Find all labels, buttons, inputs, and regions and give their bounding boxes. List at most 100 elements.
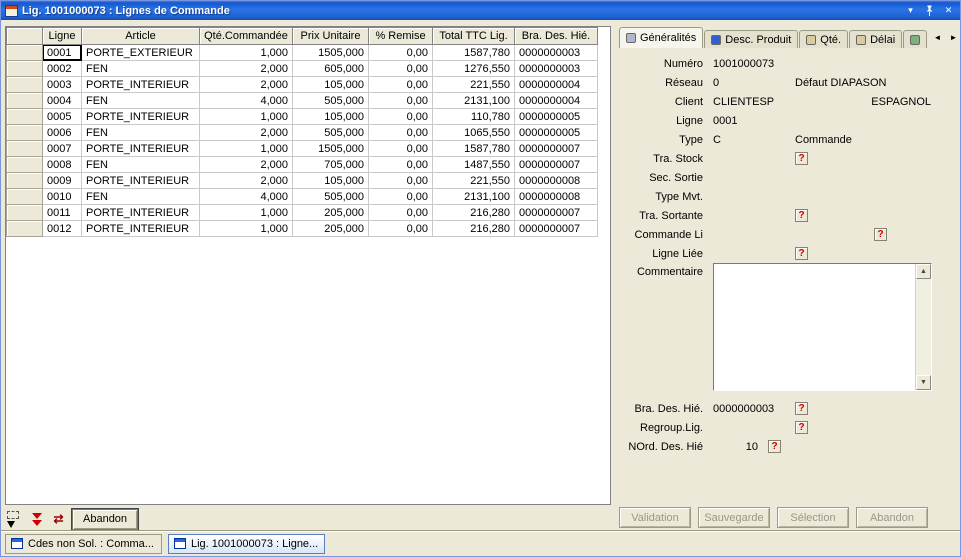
table-cell[interactable]: 205,000: [293, 205, 369, 221]
scroll-down-icon[interactable]: ▼: [916, 375, 931, 390]
column-header[interactable]: Qté.Commandée: [200, 28, 293, 45]
column-header[interactable]: % Remise: [369, 28, 433, 45]
row-selector[interactable]: [7, 61, 43, 77]
titlebar[interactable]: Lig. 1001000073 : Lignes de Commande ▾ ✕: [1, 1, 960, 20]
table-cell[interactable]: 0,00: [369, 173, 433, 189]
table-cell[interactable]: 0003: [43, 77, 82, 93]
row-selector[interactable]: [7, 221, 43, 237]
table-cell[interactable]: 4,000: [200, 93, 293, 109]
table-cell[interactable]: 0002: [43, 61, 82, 77]
table-cell[interactable]: 0,00: [369, 157, 433, 173]
row-selector[interactable]: [7, 77, 43, 93]
dropdown-icon[interactable]: ▾: [903, 4, 918, 18]
column-header[interactable]: Total TTC Lig.: [433, 28, 515, 45]
table-cell[interactable]: 0009: [43, 173, 82, 189]
table-cell[interactable]: 1505,000: [293, 45, 369, 61]
table-cell[interactable]: FEN: [82, 189, 200, 205]
row-selector[interactable]: [7, 157, 43, 173]
table-cell[interactable]: 105,000: [293, 77, 369, 93]
table-cell[interactable]: 2,000: [200, 77, 293, 93]
row-selector[interactable]: [7, 125, 43, 141]
table-cell[interactable]: 0006: [43, 125, 82, 141]
tab-generalites[interactable]: Généralités: [619, 27, 703, 48]
row-selector[interactable]: [7, 189, 43, 205]
table-cell[interactable]: FEN: [82, 61, 200, 77]
selection-button[interactable]: Sélection: [777, 507, 849, 528]
table-cell[interactable]: 505,000: [293, 189, 369, 205]
table-cell[interactable]: 1,000: [200, 109, 293, 125]
table-cell[interactable]: 2,000: [200, 157, 293, 173]
validation-button[interactable]: Validation: [619, 507, 691, 528]
abandon-button[interactable]: Abandon: [856, 507, 928, 528]
taskbar-tab-1[interactable]: Cdes non Sol. : Comma...: [5, 534, 162, 554]
sauvegarde-button[interactable]: Sauvegarde: [698, 507, 770, 528]
table-cell[interactable]: 216,280: [433, 205, 515, 221]
abandon-button-left[interactable]: Abandon: [72, 509, 138, 530]
swap-arrows-icon[interactable]: ⇄: [50, 509, 67, 529]
table-cell[interactable]: 1,000: [200, 205, 293, 221]
table-cell[interactable]: 0005: [43, 109, 82, 125]
row-selector[interactable]: [7, 173, 43, 189]
table-cell[interactable]: PORTE_INTERIEUR: [82, 109, 200, 125]
table-cell[interactable]: 0000000005: [515, 125, 598, 141]
table-cell[interactable]: 0,00: [369, 93, 433, 109]
table-cell[interactable]: 0007: [43, 141, 82, 157]
tab-desc-produit[interactable]: Desc. Produit: [704, 30, 798, 48]
tab-extra[interactable]: [903, 30, 927, 48]
scroll-up-icon[interactable]: ▲: [916, 264, 931, 279]
table-cell[interactable]: 0,00: [369, 189, 433, 205]
bra-des-hie-help-button[interactable]: ?: [795, 402, 808, 415]
table-cell[interactable]: 0,00: [369, 61, 433, 77]
table-cell[interactable]: 221,550: [433, 77, 515, 93]
table-cell[interactable]: FEN: [82, 93, 200, 109]
table-cell[interactable]: 1487,550: [433, 157, 515, 173]
table-cell[interactable]: 0001: [43, 45, 82, 61]
table-cell[interactable]: 0000000007: [515, 141, 598, 157]
tra-sortante-help-button[interactable]: ?: [795, 209, 808, 222]
table-cell[interactable]: 705,000: [293, 157, 369, 173]
table-cell[interactable]: 4,000: [200, 189, 293, 205]
table-cell[interactable]: 0000000003: [515, 61, 598, 77]
table-cell[interactable]: FEN: [82, 157, 200, 173]
selection-frame-icon[interactable]: [6, 509, 23, 529]
table-cell[interactable]: PORTE_INTERIEUR: [82, 77, 200, 93]
table-cell[interactable]: 0000000004: [515, 93, 598, 109]
table-cell[interactable]: FEN: [82, 125, 200, 141]
row-selector[interactable]: [7, 93, 43, 109]
table-cell[interactable]: 0012: [43, 221, 82, 237]
table-cell[interactable]: 221,550: [433, 173, 515, 189]
column-header[interactable]: Article: [82, 28, 200, 45]
table-cell[interactable]: 0000000008: [515, 173, 598, 189]
table-cell[interactable]: 110,780: [433, 109, 515, 125]
column-header[interactable]: Prix Unitaire: [293, 28, 369, 45]
commentaire-scrollbar[interactable]: ▲▼: [915, 264, 931, 390]
tra-stock-help-button[interactable]: ?: [795, 152, 808, 165]
table-cell[interactable]: 2131,100: [433, 189, 515, 205]
table-cell[interactable]: 2131,100: [433, 93, 515, 109]
table-cell[interactable]: 205,000: [293, 221, 369, 237]
table-cell[interactable]: 1587,780: [433, 141, 515, 157]
table-cell[interactable]: 2,000: [200, 125, 293, 141]
regroup-lig-help-button[interactable]: ?: [795, 421, 808, 434]
tab-scroll-right-icon[interactable]: ►: [947, 30, 960, 45]
table-cell[interactable]: 505,000: [293, 125, 369, 141]
table-cell[interactable]: PORTE_INTERIEUR: [82, 141, 200, 157]
commande-li-help-button[interactable]: ?: [874, 228, 887, 241]
pin-icon[interactable]: [922, 4, 937, 18]
table-cell[interactable]: 0010: [43, 189, 82, 205]
row-selector-header[interactable]: [7, 28, 43, 45]
table-cell[interactable]: 1,000: [200, 45, 293, 61]
ligne-liee-help-button[interactable]: ?: [795, 247, 808, 260]
table-cell[interactable]: 0,00: [369, 77, 433, 93]
table-cell[interactable]: 505,000: [293, 93, 369, 109]
table-cell[interactable]: 1587,780: [433, 45, 515, 61]
table-cell[interactable]: 2,000: [200, 61, 293, 77]
table-cell[interactable]: 1,000: [200, 141, 293, 157]
tab-scroll-left-icon[interactable]: ◄: [931, 30, 944, 45]
table-cell[interactable]: 105,000: [293, 173, 369, 189]
table-cell[interactable]: 0000000007: [515, 157, 598, 173]
column-header[interactable]: Bra. Des. Hié.: [515, 28, 598, 45]
table-cell[interactable]: 0,00: [369, 45, 433, 61]
row-selector[interactable]: [7, 45, 43, 61]
table-cell[interactable]: 105,000: [293, 109, 369, 125]
